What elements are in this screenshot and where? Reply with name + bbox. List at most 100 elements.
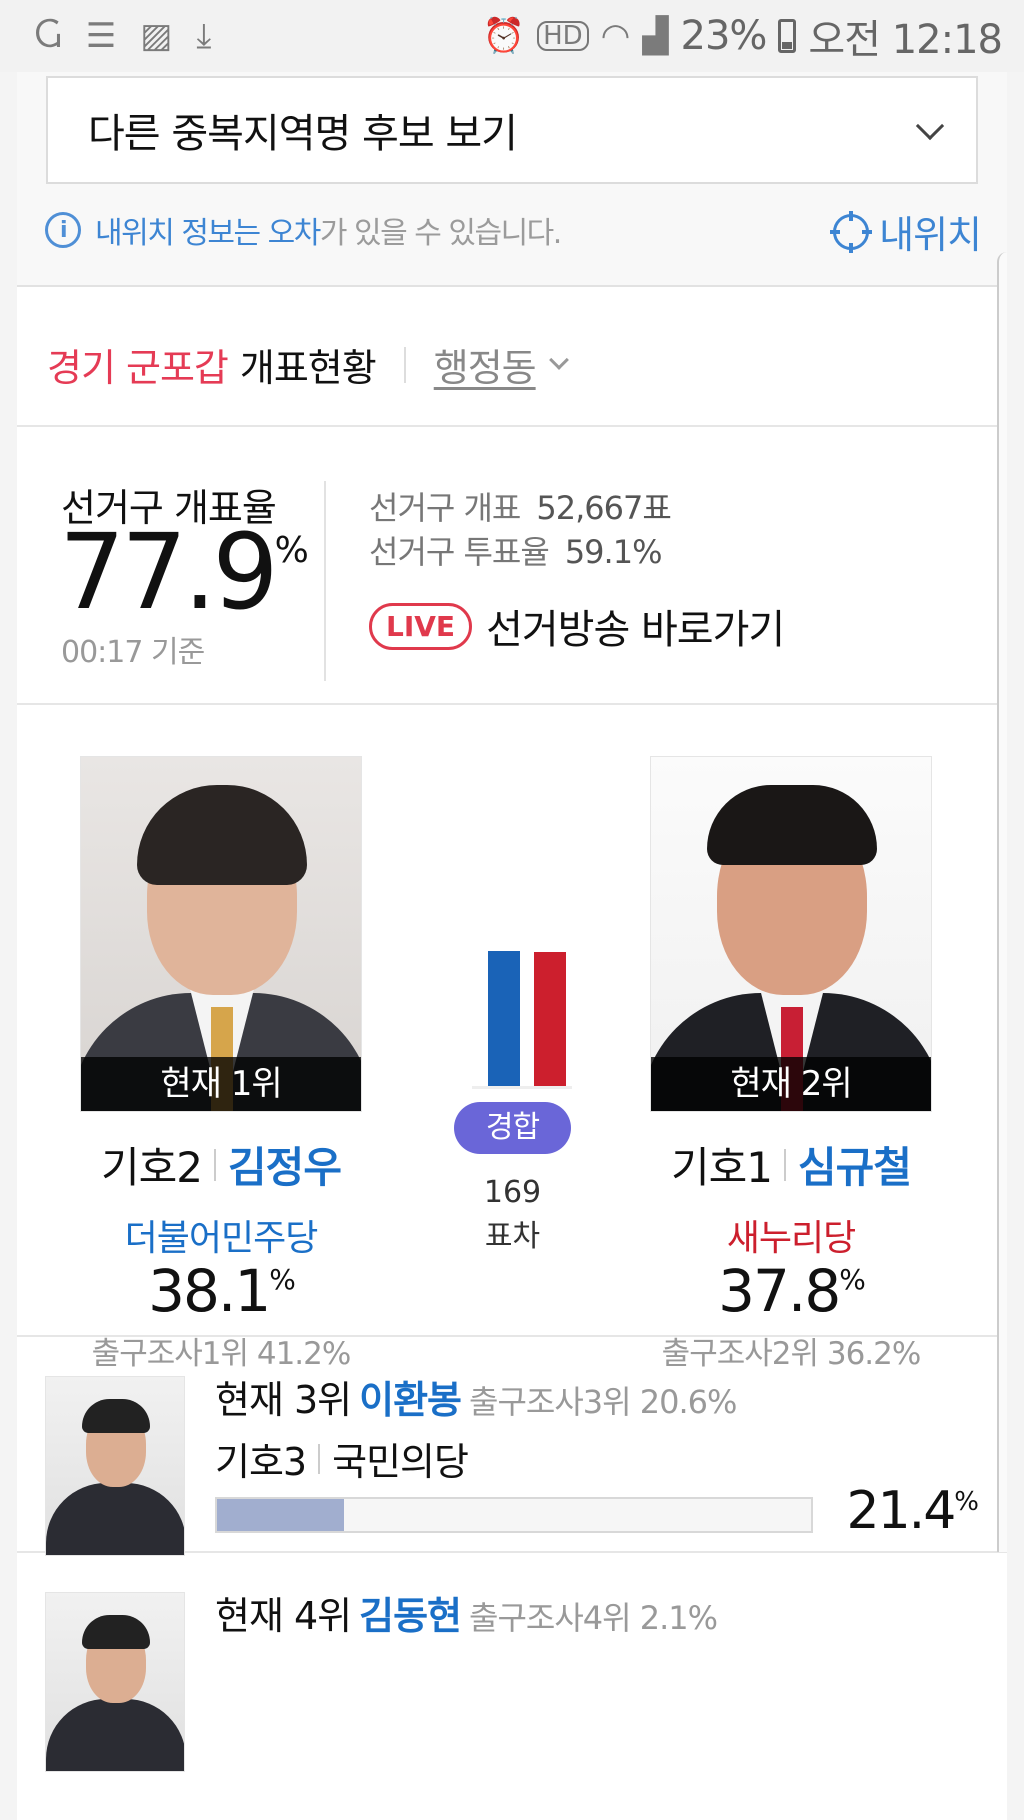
clock: 오전 12:18 (808, 17, 1003, 63)
rank-label: 현재 2위 (651, 1057, 931, 1111)
rank-label: 현재 1위 (81, 1057, 361, 1111)
download-icon: ⤓ (196, 16, 212, 56)
photo-hair (137, 785, 307, 885)
divider (318, 1443, 321, 1474)
wifi-icon: ◠ (600, 16, 631, 56)
count-header: 경기 군포갑 개표현황 행정동 (17, 289, 1007, 427)
candidate-name: 김동현 (359, 1594, 462, 1638)
signal-icon: ▟ (642, 16, 669, 56)
election-page: 다른 중복지역명 후보 보기 i 내위치 정보는 오차가 있을 수 있습니다. … (17, 72, 1007, 1820)
vote-share: 21.4% (846, 1481, 979, 1541)
vote-count-row: 선거구 개표 52,667표 (369, 483, 672, 529)
vote-share: 38.1% (56, 1261, 386, 1322)
contest-badge: 경합 (454, 1102, 571, 1154)
gallery-icon: ▨ (140, 16, 173, 56)
scroll-edge (997, 252, 1007, 1552)
status-bar: Ⴚ ☰ ▨ ⤓ ⏰ HD ◠ ▟ 23% 오전 12:18 (0, 0, 1024, 72)
turnout-label: 선거구 투표율 (369, 533, 550, 571)
candidate-name-line: 기호2 김정우 (56, 1134, 386, 1195)
vote-bar-right (534, 952, 566, 1087)
candidate-photo: 현재 1위 (80, 756, 362, 1112)
my-location-label: 내위치 (879, 213, 982, 257)
divider (214, 1148, 217, 1181)
candidate-row-3[interactable]: 현재 3위 이환봉 출구조사3위 20.6% 기호3 국민의당 21.4% (17, 1339, 1007, 1556)
turnout-value: 59.1% (564, 533, 663, 571)
candidate-number: 기호1 (671, 1143, 773, 1192)
candidate-rank-line: 현재 4위 김동현 출구조사4위 2.1% (215, 1585, 718, 1640)
vote-share-number: 38.1 (148, 1257, 271, 1325)
live-badge: LIVE (369, 602, 473, 650)
photo-hair (707, 785, 877, 865)
photo-hair (82, 1399, 150, 1433)
vote-difference-value: 169 (483, 1175, 542, 1210)
candidate-photo (45, 1592, 185, 1772)
region-dropdown-label: 다른 중복지역명 후보 보기 (88, 111, 518, 157)
region-section: 다른 중복지역명 후보 보기 i 내위치 정보는 오차가 있을 수 있습니다. … (17, 72, 1007, 287)
battery-percent: 23% (680, 13, 768, 59)
exit-poll: 출구조사4위 2.1% (469, 1599, 718, 1637)
chevron-down-icon (915, 111, 945, 141)
rank-label: 현재 3위 (215, 1378, 352, 1422)
count-rate-value: 77.9% (59, 515, 309, 629)
info-icon: i (45, 212, 81, 248)
alarm-icon: ⏰ (482, 16, 526, 56)
vote-share-bar (215, 1497, 813, 1533)
candidate-photo (45, 1376, 185, 1556)
live-broadcast-link[interactable]: LIVE 선거방송 바로가기 (369, 597, 785, 655)
candidate-rank-line: 현재 3위 이환봉 출구조사3위 20.6% (215, 1369, 737, 1424)
vote-share-number: 21.4 (846, 1481, 957, 1541)
top-candidates: 현재 1위 기호2 김정우 더불어민주당 38.1% 출구조사1위 41.2% … (17, 707, 1007, 1372)
status-right: ⏰ HD ◠ ▟ 23% 오전 12:18 (482, 7, 1003, 65)
bar-baseline (472, 1086, 572, 1089)
chevron-down-icon (548, 349, 569, 370)
my-location-button[interactable]: 내위치 (830, 204, 982, 259)
vote-share-number: 37.8 (718, 1257, 841, 1325)
vote-share: 37.8% (626, 1261, 956, 1322)
vote-share-bar-fill (217, 1499, 345, 1531)
battery-icon (778, 19, 797, 53)
turnout-row: 선거구 투표율 59.1% (369, 527, 663, 573)
vote-compare-bars (472, 947, 572, 1089)
count-rate-unit: % (274, 530, 309, 571)
page-title: 경기 군포갑 개표현황 행정동 (47, 337, 569, 392)
photo-suit (46, 1699, 184, 1771)
hd-voice-icon: HD (537, 21, 589, 51)
candidate-number: 기호2 (101, 1143, 203, 1192)
candidate-row-4[interactable]: 현재 4위 김동현 출구조사4위 2.1% (17, 1555, 1007, 1820)
party-name: 새누리당 (726, 1218, 856, 1259)
crosshair-icon (830, 210, 873, 253)
exit-poll: 출구조사3위 20.6% (469, 1383, 737, 1421)
live-link-label: 선거방송 바로가기 (486, 607, 785, 653)
party-name: 더불어민주당 (124, 1218, 319, 1259)
location-note-text: 가 있을 수 있습니다. (319, 216, 562, 251)
region-dropdown[interactable]: 다른 중복지역명 후보 보기 (46, 76, 978, 184)
candidate-number: 기호3 (215, 1440, 307, 1484)
candidate-name: 심규철 (798, 1143, 912, 1192)
candidate-card-1[interactable]: 현재 1위 기호2 김정우 더불어민주당 38.1% 출구조사1위 41.2% (56, 756, 386, 1373)
app-g-icon: Ⴚ (34, 16, 62, 56)
candidate-name: 김정우 (228, 1143, 342, 1192)
divider (403, 346, 406, 383)
vote-difference-label: 표차 (484, 1218, 541, 1254)
divider (324, 481, 326, 681)
candidate-name-line: 기호1 심규철 (626, 1134, 956, 1195)
location-note-highlight: 내위치 정보는 오차 (95, 216, 321, 251)
dong-filter[interactable]: 행정동 (434, 337, 537, 392)
candidate-card-2[interactable]: 현재 2위 기호1 심규철 새누리당 37.8% 출구조사2위 36.2% (626, 756, 956, 1373)
district-name: 경기 군포갑 (47, 346, 229, 390)
vote-share-unit: % (839, 1263, 866, 1296)
candidate-photo: 현재 2위 (650, 756, 932, 1112)
vote-count-label: 선거구 개표 (369, 489, 521, 527)
party-name: 국민의당 (332, 1440, 469, 1484)
vote-bar-left (488, 951, 520, 1087)
location-note: i 내위치 정보는 오차가 있을 수 있습니다. (45, 208, 562, 252)
count-rate-number: 77.9 (59, 511, 279, 633)
count-title: 개표현황 (239, 346, 377, 390)
list-app-icon: ☰ (85, 16, 117, 56)
vote-share-unit: % (954, 1487, 979, 1517)
photo-hair (82, 1615, 150, 1649)
count-rate-time: 00:17 기준 (61, 635, 205, 670)
stats-section: 선거구 개표율 77.9% 00:17 기준 선거구 개표 52,667표 선거구… (17, 429, 1007, 705)
vote-count-value: 52,667표 (536, 489, 671, 527)
divider (784, 1148, 787, 1181)
